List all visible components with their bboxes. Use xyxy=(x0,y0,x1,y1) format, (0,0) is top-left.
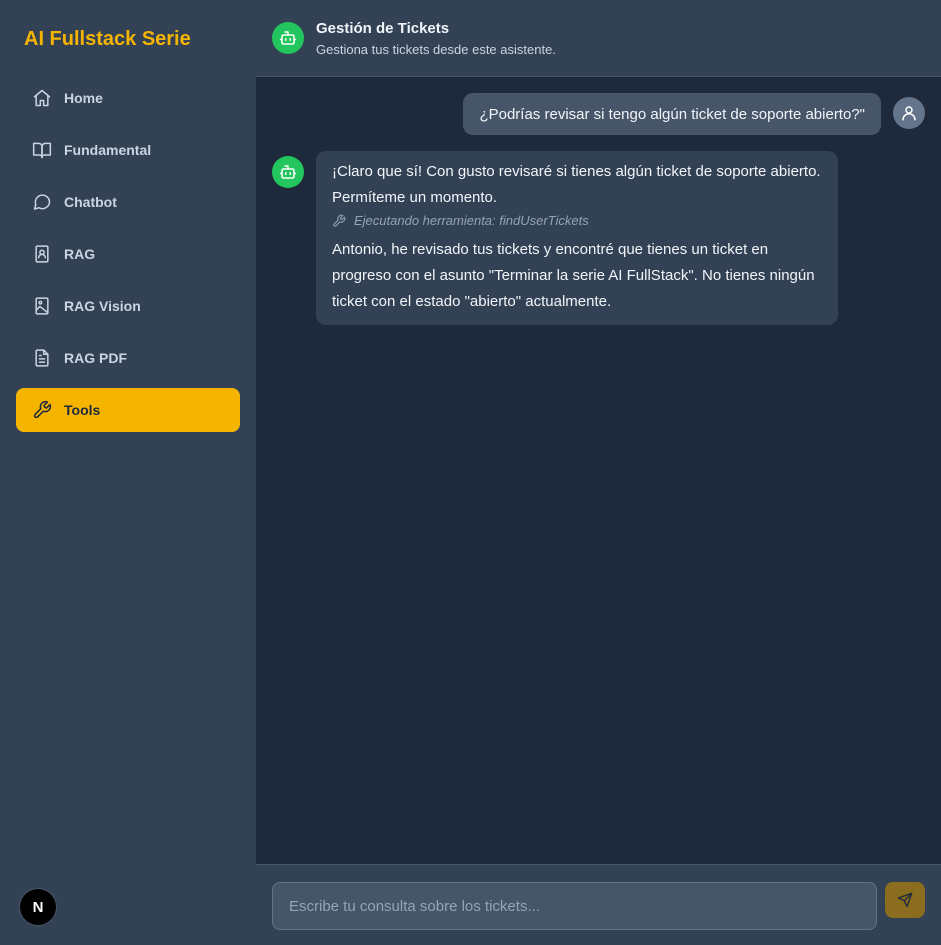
send-button[interactable] xyxy=(885,882,925,918)
home-icon xyxy=(33,89,51,107)
tool-call-text: Ejecutando herramienta: findUserTickets xyxy=(354,213,589,228)
bot-icon xyxy=(279,31,297,45)
sidebar-item-label: RAG xyxy=(64,246,96,262)
tool-call-indicator: Ejecutando herramienta: findUserTickets xyxy=(332,212,822,230)
sidebar-item-rag-pdf[interactable]: RAG PDF xyxy=(16,336,240,380)
sidebar-item-label: Chatbot xyxy=(64,194,117,210)
wrench-icon xyxy=(33,400,52,419)
send-icon xyxy=(897,892,913,908)
chat-header: Gestión de Tickets Gestiona tus tickets … xyxy=(256,0,941,77)
chat-input-bar xyxy=(256,864,941,945)
bot-icon xyxy=(279,165,297,179)
sidebar-item-label: RAG Vision xyxy=(64,298,141,314)
sidebar-item-rag-vision[interactable]: RAG Vision xyxy=(16,284,240,328)
user-message-text: ¿Podrías revisar si tengo algún ticket d… xyxy=(479,105,865,123)
wrench-icon xyxy=(333,214,346,227)
sidebar-nav: Home Fundamental Chatbot RAG RAG Vision … xyxy=(16,76,240,440)
sidebar-item-label: Tools xyxy=(64,402,101,418)
book-open-icon xyxy=(32,142,52,159)
sidebar-item-chatbot[interactable]: Chatbot xyxy=(16,180,240,224)
header-bot-avatar xyxy=(272,22,304,54)
page-subtitle: Gestiona tus tickets desde este asistent… xyxy=(316,42,556,57)
file-text-icon xyxy=(35,349,49,367)
contact-book-icon xyxy=(35,245,49,263)
assistant-message-result: Antonio, he revisado tus tickets y encon… xyxy=(332,241,815,310)
sidebar: AI Fullstack Serie Home Fundamental Chat… xyxy=(0,0,256,945)
user-icon xyxy=(902,106,916,121)
chat-messages: ¿Podrías revisar si tengo algún ticket d… xyxy=(256,77,941,864)
sidebar-item-tools[interactable]: Tools xyxy=(16,388,240,432)
chat-input[interactable] xyxy=(272,882,877,930)
sidebar-item-label: Fundamental xyxy=(64,142,152,158)
assistant-message-intro: ¡Claro que sí! Con gusto revisaré si tie… xyxy=(332,163,821,206)
sidebar-item-label: RAG PDF xyxy=(64,350,127,366)
sidebar-item-label: Home xyxy=(64,90,103,106)
chat-bubble-icon xyxy=(33,194,51,210)
page-title: Gestión de Tickets xyxy=(316,20,450,37)
sidebar-item-fundamental[interactable]: Fundamental xyxy=(16,128,240,172)
brand-title: AI Fullstack Serie xyxy=(24,28,191,50)
sidebar-item-rag[interactable]: RAG xyxy=(16,232,240,276)
image-book-icon xyxy=(35,297,49,315)
user-message: ¿Podrías revisar si tengo algún ticket d… xyxy=(463,93,881,135)
app-logo-badge[interactable]: N xyxy=(19,888,57,926)
assistant-avatar xyxy=(272,156,304,188)
sidebar-item-home[interactable]: Home xyxy=(16,76,240,120)
user-avatar xyxy=(893,97,925,129)
assistant-message: ¡Claro que sí! Con gusto revisaré si tie… xyxy=(316,151,838,325)
